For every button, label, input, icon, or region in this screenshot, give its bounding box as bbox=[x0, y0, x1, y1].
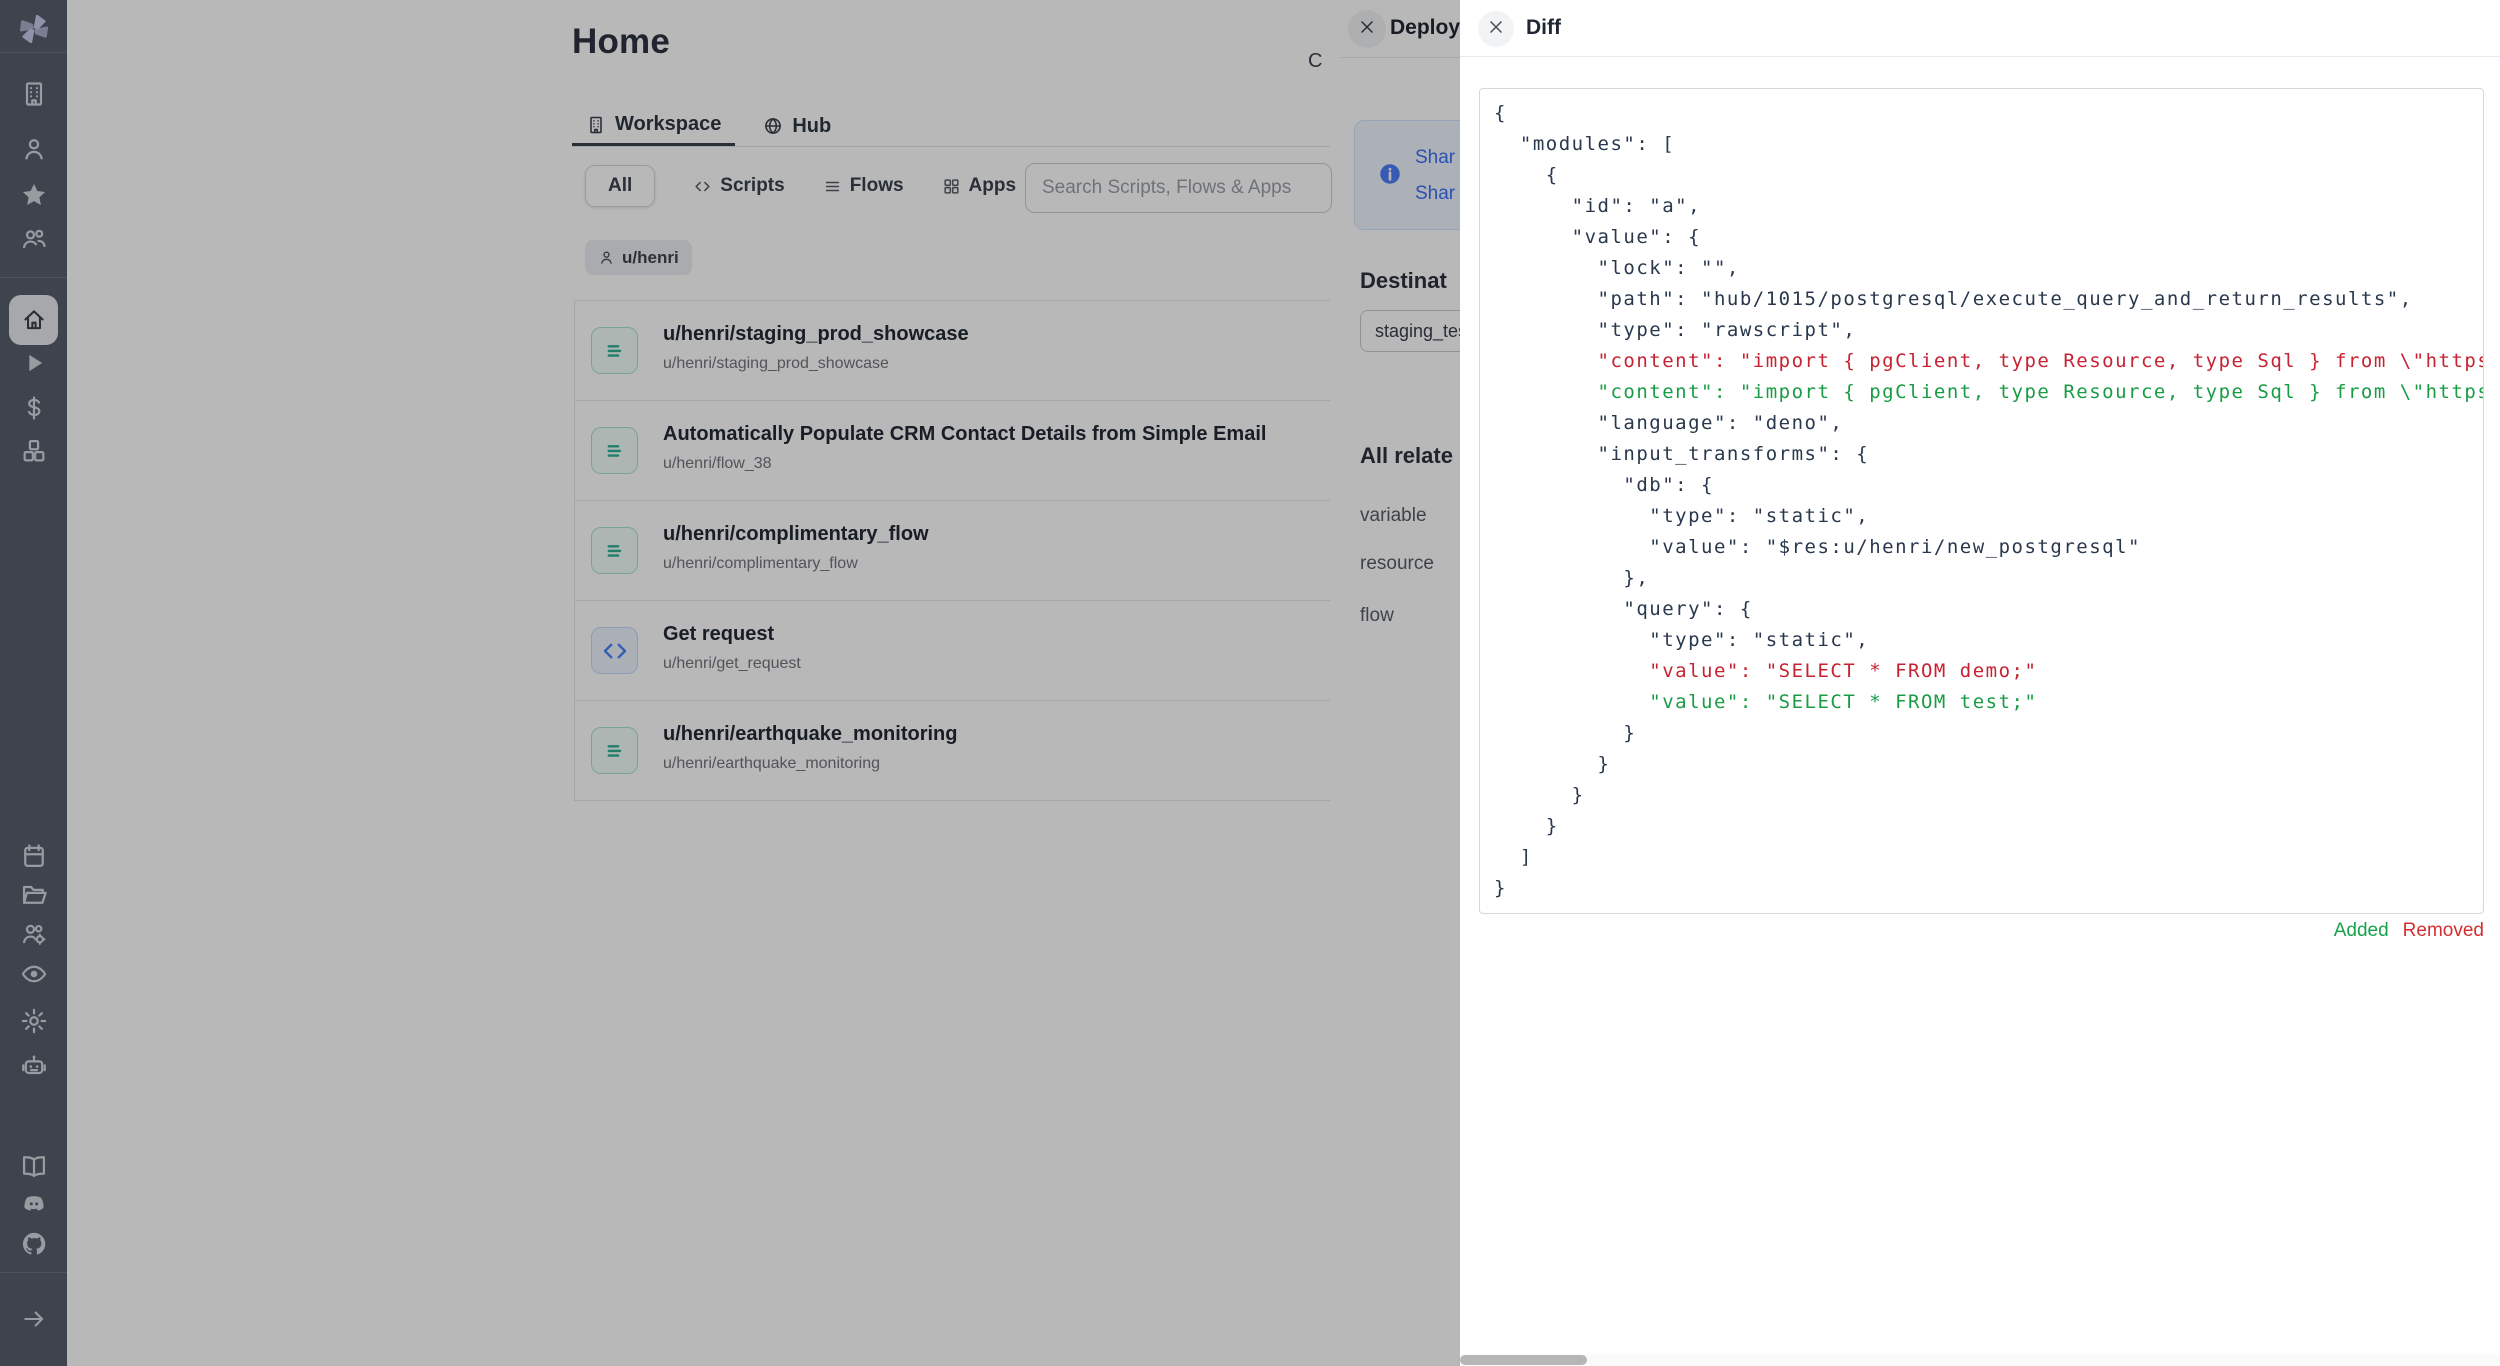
close-button[interactable] bbox=[1478, 11, 1514, 47]
horizontal-scrollbar bbox=[1460, 1354, 2500, 1366]
scrollbar-thumb[interactable] bbox=[1460, 1355, 1587, 1365]
legend-removed: Removed bbox=[2403, 920, 2484, 942]
divider bbox=[1460, 56, 2500, 57]
diff-code-block: { "modules": [ { "id": "a", "value": { "… bbox=[1479, 88, 2484, 914]
modal-dim-overlay[interactable] bbox=[0, 0, 1460, 1366]
app-window: Home C Workspace Hub All Scripts Flows bbox=[0, 0, 2500, 1366]
close-icon bbox=[1486, 17, 1506, 42]
diff-drawer-title: Diff bbox=[1526, 16, 1561, 40]
diff-code: { "modules": [ { "id": "a", "value": { "… bbox=[1494, 98, 2469, 904]
diff-legend: Added Removed bbox=[2334, 920, 2484, 942]
legend-added: Added bbox=[2334, 920, 2389, 942]
diff-drawer: Diff { "modules": [ { "id": "a", "value"… bbox=[1460, 0, 2500, 1366]
